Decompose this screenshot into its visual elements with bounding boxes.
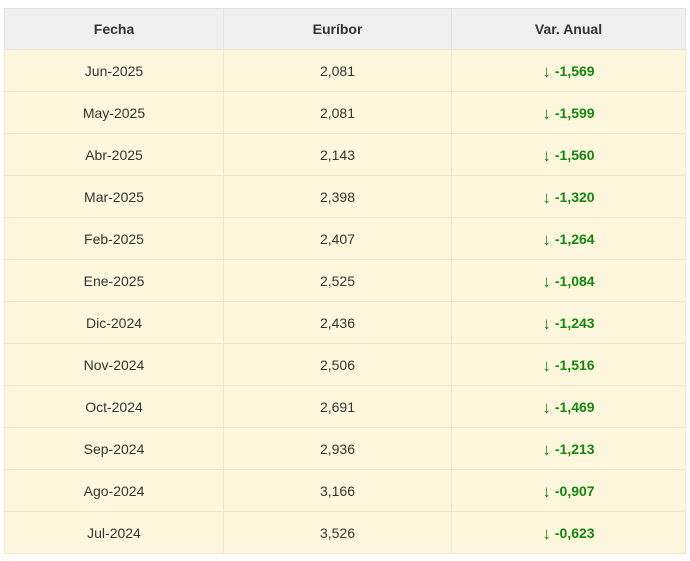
- var-value: -1,320: [554, 188, 595, 205]
- table-row: May-2025 2,081 ↓ -1,599: [4, 91, 686, 134]
- cell-var-anual: ↓ -1,599: [451, 91, 686, 134]
- cell-euribor: 2,143: [223, 133, 452, 176]
- arrow-down-icon: ↓: [542, 103, 551, 123]
- cell-euribor: 2,398: [223, 175, 452, 218]
- var-value: -1,569: [554, 62, 595, 79]
- cell-euribor: 2,936: [223, 427, 452, 470]
- cell-var-anual: ↓ -1,569: [451, 49, 686, 92]
- cell-var-anual: ↓ -1,516: [451, 343, 686, 386]
- arrow-down-icon: ↓: [542, 61, 551, 81]
- cell-euribor: 2,506: [223, 343, 452, 386]
- euribor-table: Fecha Euríbor Var. Anual Jun-2025 2,081 ↓ -…: [4, 8, 686, 554]
- table-row: Dic-2024 2,436 ↓ -1,243: [4, 301, 686, 344]
- cell-euribor: 2,525: [223, 259, 452, 302]
- cell-fecha: Nov-2024: [4, 343, 224, 386]
- cell-var-anual: ↓ -1,320: [451, 175, 686, 218]
- table-row: Jul-2024 3,526 ↓ -0,623: [4, 511, 686, 554]
- table-row: Ago-2024 3,166 ↓ -0,907: [4, 469, 686, 512]
- cell-var-anual: ↓ -0,623: [451, 511, 686, 554]
- arrow-down-icon: ↓: [542, 523, 551, 543]
- table-row: Nov-2024 2,506 ↓ -1,516: [4, 343, 686, 386]
- table-row: Abr-2025 2,143 ↓ -1,560: [4, 133, 686, 176]
- var-value: -1,084: [554, 272, 595, 289]
- cell-euribor: 2,691: [223, 385, 452, 428]
- arrow-down-icon: ↓: [542, 355, 551, 375]
- arrow-down-icon: ↓: [542, 145, 551, 165]
- cell-var-anual: ↓ -1,213: [451, 427, 686, 470]
- cell-var-anual: ↓ -0,907: [451, 469, 686, 512]
- header-var-anual: Var. Anual: [451, 8, 686, 50]
- cell-fecha: Jul-2024: [4, 511, 224, 554]
- arrow-down-icon: ↓: [542, 397, 551, 417]
- var-value: -0,623: [554, 524, 595, 541]
- var-value: -1,213: [554, 440, 595, 457]
- arrow-down-icon: ↓: [542, 187, 551, 207]
- cell-fecha: Sep-2024: [4, 427, 224, 470]
- header-fecha: Fecha: [4, 8, 224, 50]
- cell-fecha: Jun-2025: [4, 49, 224, 92]
- table-row: Sep-2024 2,936 ↓ -1,213: [4, 427, 686, 470]
- cell-fecha: Feb-2025: [4, 217, 224, 260]
- var-value: -1,243: [554, 314, 595, 331]
- cell-euribor: 3,526: [223, 511, 452, 554]
- cell-var-anual: ↓ -1,560: [451, 133, 686, 176]
- cell-fecha: Mar-2025: [4, 175, 224, 218]
- arrow-down-icon: ↓: [542, 439, 551, 459]
- cell-fecha: Abr-2025: [4, 133, 224, 176]
- table-header: Fecha Euríbor Var. Anual: [4, 8, 686, 50]
- cell-var-anual: ↓ -1,084: [451, 259, 686, 302]
- cell-fecha: May-2025: [4, 91, 224, 134]
- cell-fecha: Oct-2024: [4, 385, 224, 428]
- table-row: Feb-2025 2,407 ↓ -1,264: [4, 217, 686, 260]
- table-row: Mar-2025 2,398 ↓ -1,320: [4, 175, 686, 218]
- header-row: Fecha Euríbor Var. Anual: [4, 8, 686, 50]
- var-value: -1,264: [554, 230, 595, 247]
- var-value: -0,907: [554, 482, 595, 499]
- var-value: -1,516: [554, 356, 595, 373]
- cell-fecha: Dic-2024: [4, 301, 224, 344]
- arrow-down-icon: ↓: [542, 229, 551, 249]
- cell-fecha: Ago-2024: [4, 469, 224, 512]
- arrow-down-icon: ↓: [542, 271, 551, 291]
- table-body: Jun-2025 2,081 ↓ -1,569 May-2025 2,081 ↓ -1,599…: [4, 49, 686, 554]
- cell-var-anual: ↓ -1,469: [451, 385, 686, 428]
- cell-var-anual: ↓ -1,264: [451, 217, 686, 260]
- cell-euribor: 2,081: [223, 91, 452, 134]
- arrow-down-icon: ↓: [542, 481, 551, 501]
- var-value: -1,560: [554, 146, 595, 163]
- table-row: Jun-2025 2,081 ↓ -1,569: [4, 49, 686, 92]
- table-row: Oct-2024 2,691 ↓ -1,469: [4, 385, 686, 428]
- cell-euribor: 2,407: [223, 217, 452, 260]
- cell-euribor: 3,166: [223, 469, 452, 512]
- cell-var-anual: ↓ -1,243: [451, 301, 686, 344]
- cell-fecha: Ene-2025: [4, 259, 224, 302]
- arrow-down-icon: ↓: [542, 313, 551, 333]
- cell-euribor: 2,436: [223, 301, 452, 344]
- var-value: -1,469: [554, 398, 595, 415]
- header-euribor: Euríbor: [223, 8, 452, 50]
- table-row: Ene-2025 2,525 ↓ -1,084: [4, 259, 686, 302]
- cell-euribor: 2,081: [223, 49, 452, 92]
- euribor-table-container: Fecha Euríbor Var. Anual Jun-2025 2,081 ↓ -…: [4, 8, 686, 554]
- var-value: -1,599: [554, 104, 595, 121]
